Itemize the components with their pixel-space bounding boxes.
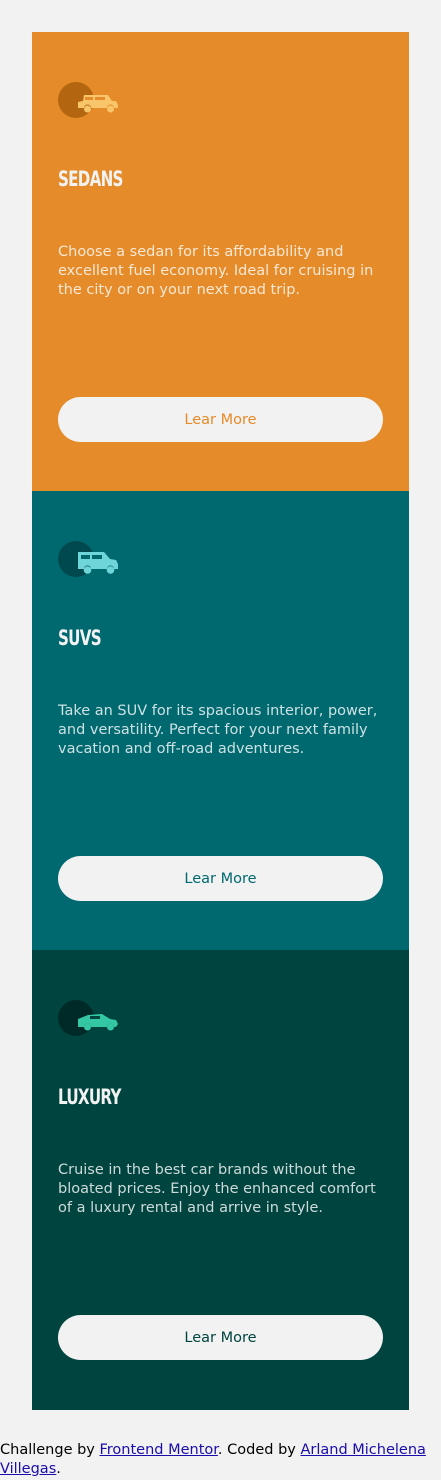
suvs-learn-more-button[interactable]: Lear More	[58, 856, 383, 901]
card-title: SEDANS	[58, 167, 123, 191]
attribution-middle: . Coded by	[217, 1442, 301, 1458]
card-description: Cruise in the best car brands without th…	[58, 1162, 376, 1216]
attribution-suffix: .	[56, 1461, 61, 1477]
attribution-prefix: Challenge by	[0, 1442, 100, 1458]
frontend-mentor-link[interactable]: Frontend Mentor	[100, 1442, 218, 1458]
suvs-card: SUVS Take an SUV for its spacious interi…	[32, 491, 409, 950]
card-title: SUVS	[58, 626, 102, 650]
card-grid: SEDANS Choose a sedan for its affordabil…	[32, 32, 409, 1410]
luxury-learn-more-button[interactable]: Lear More	[58, 1315, 383, 1360]
card-description: Take an SUV for its spacious interior, p…	[58, 703, 378, 757]
luxury-card: LUXURY Cruise in the best car brands wit…	[32, 950, 409, 1410]
sedan-car-icon	[58, 81, 122, 119]
attribution: Challenge by Frontend Mentor. Coded by A…	[0, 1441, 441, 1479]
card-title: LUXURY	[58, 1085, 121, 1109]
sedans-learn-more-button[interactable]: Lear More	[58, 397, 383, 442]
suv-car-icon	[58, 540, 122, 578]
luxury-car-icon	[58, 999, 122, 1037]
sedans-card: SEDANS Choose a sedan for its affordabil…	[32, 32, 409, 491]
card-description: Choose a sedan for its affordability and…	[58, 244, 374, 298]
